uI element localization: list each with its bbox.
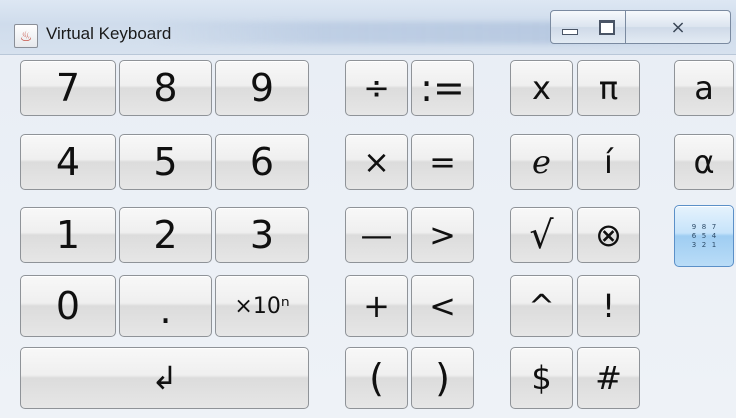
key-caret[interactable]: ^: [510, 275, 573, 337]
key-3[interactable]: 3: [215, 207, 309, 263]
numpad-digit: 9: [691, 223, 697, 231]
numpad-digit: 2: [701, 241, 707, 249]
key-2[interactable]: 2: [119, 207, 212, 263]
title-bar[interactable]: ♨ Virtual Keyboard ⨯: [0, 0, 736, 55]
key-x[interactable]: x: [510, 60, 573, 116]
close-icon: ⨯: [670, 16, 686, 37]
key-imaginary-i[interactable]: í: [577, 134, 640, 190]
key-plus[interactable]: +: [345, 275, 408, 337]
key-8[interactable]: 8: [119, 60, 212, 116]
numpad-digit: 5: [701, 232, 707, 240]
key-decimal-point[interactable]: .: [119, 275, 212, 337]
key-times-ten-power[interactable]: ×10ⁿ: [215, 275, 309, 337]
maximize-icon: [599, 19, 615, 35]
close-button[interactable]: ⨯: [626, 10, 731, 44]
numpad-digit: 8: [701, 223, 707, 231]
numeric-keypad-icon: 9 8 7 6 5 4 3 2 1: [691, 223, 718, 249]
key-minus[interactable]: —: [345, 207, 408, 263]
key-1[interactable]: 1: [20, 207, 116, 263]
window-title: Virtual Keyboard: [46, 24, 172, 43]
minimize-button[interactable]: [550, 10, 590, 44]
key-otimes[interactable]: ⊗: [577, 207, 640, 263]
minimize-icon: [562, 29, 578, 35]
virtual-keyboard-window: ♨ Virtual Keyboard ⨯ 7 8 9 4 5 6 1 2 3 0…: [0, 0, 736, 418]
maximize-button[interactable]: [589, 10, 626, 44]
key-6[interactable]: 6: [215, 134, 309, 190]
key-left-paren[interactable]: (: [345, 347, 408, 409]
key-dollar[interactable]: $: [510, 347, 573, 409]
key-euler-e[interactable]: e: [510, 134, 573, 190]
key-hash[interactable]: #: [577, 347, 640, 409]
key-pi[interactable]: π: [577, 60, 640, 116]
numpad-digit: 1: [711, 241, 717, 249]
key-4[interactable]: 4: [20, 134, 116, 190]
key-5[interactable]: 5: [119, 134, 212, 190]
latin-mode-button[interactable]: a: [674, 60, 734, 116]
key-7[interactable]: 7: [20, 60, 116, 116]
key-divide[interactable]: ÷: [345, 60, 408, 116]
key-0[interactable]: 0: [20, 275, 116, 337]
key-square-root[interactable]: √: [510, 207, 573, 263]
key-factorial[interactable]: !: [577, 275, 640, 337]
key-less-than[interactable]: <: [411, 275, 474, 337]
numpad-digit: 7: [711, 223, 717, 231]
key-9[interactable]: 9: [215, 60, 309, 116]
key-right-paren[interactable]: ): [411, 347, 474, 409]
key-multiply[interactable]: ×: [345, 134, 408, 190]
key-greater-than[interactable]: >: [411, 207, 474, 263]
enter-key[interactable]: ↲: [20, 347, 309, 409]
numpad-digit: 4: [711, 232, 717, 240]
numpad-digit: 3: [691, 241, 697, 249]
numpad-digit: 6: [691, 232, 697, 240]
key-equals[interactable]: =: [411, 134, 474, 190]
key-assign[interactable]: :=: [411, 60, 474, 116]
enter-arrow-icon: ↲: [151, 359, 178, 397]
greek-mode-button[interactable]: α: [674, 134, 734, 190]
numeric-mode-button[interactable]: 9 8 7 6 5 4 3 2 1: [674, 205, 734, 267]
java-cup-icon[interactable]: ♨: [14, 24, 38, 48]
